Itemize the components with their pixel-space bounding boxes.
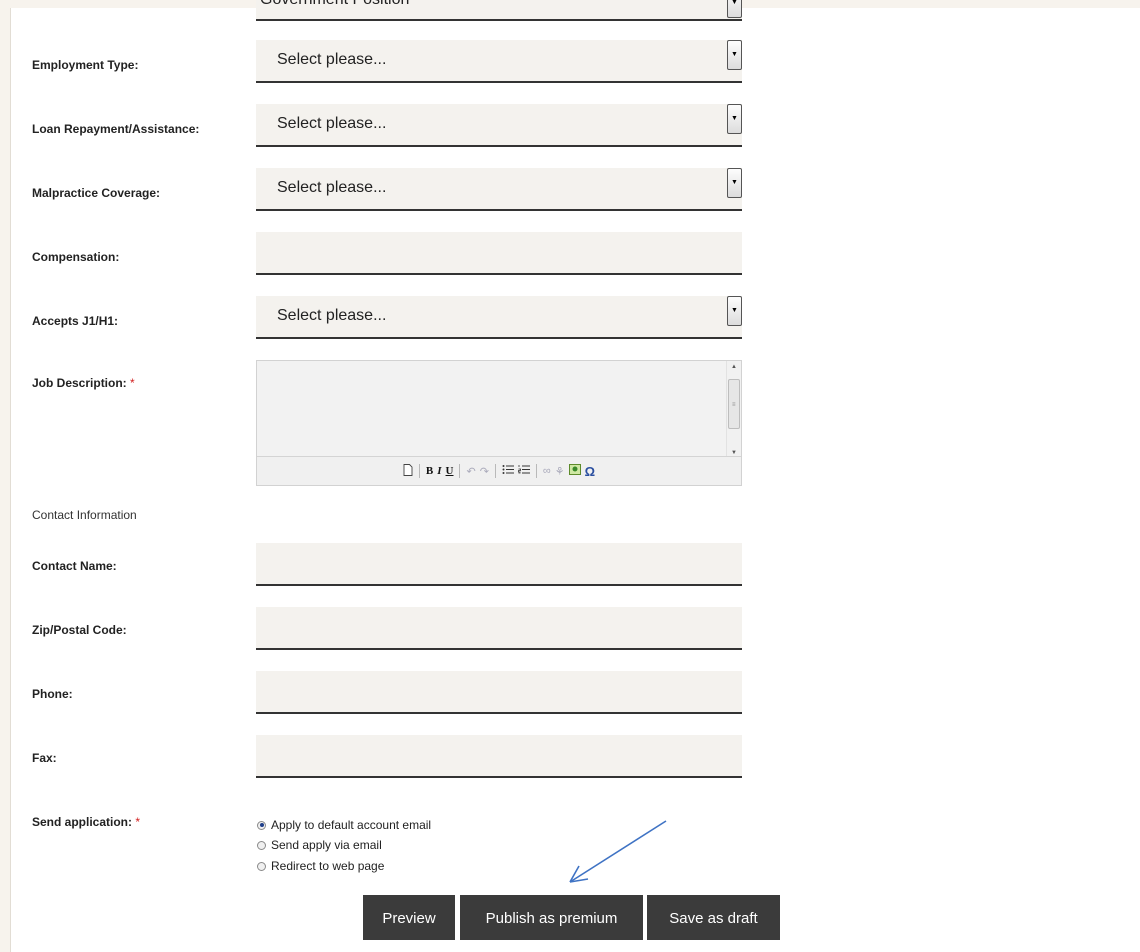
job-description-textarea[interactable] (257, 361, 741, 458)
accepts-j1h1-select[interactable]: Select please... ▼ (256, 296, 742, 339)
bulleted-list-icon[interactable] (502, 464, 514, 478)
previous-select-value: Government Position (260, 0, 409, 9)
redo-icon[interactable]: ↷ (480, 465, 489, 478)
malpractice-coverage-select[interactable]: Select please... ▼ (256, 168, 742, 211)
scroll-up-icon[interactable]: ▲ (727, 364, 741, 370)
numbered-list-icon[interactable] (518, 464, 530, 478)
grip-icon: ≡ (732, 402, 736, 408)
radio-send-via-email[interactable]: Send apply via email (257, 838, 382, 852)
toolbar-divider (535, 464, 537, 478)
loan-repayment-label: Loan Repayment/Assistance: (32, 122, 200, 136)
new-page-icon[interactable] (403, 463, 413, 479)
radio-button[interactable] (257, 840, 266, 850)
italic-icon[interactable]: I (437, 465, 441, 477)
chevron-down-icon[interactable]: ▼ (727, 0, 742, 18)
phone-label: Phone: (32, 687, 73, 701)
scrollbar-thumb[interactable]: ≡ (728, 379, 740, 429)
zip-code-input[interactable] (256, 607, 742, 650)
zip-code-label: Zip/Postal Code: (32, 623, 127, 637)
previous-select[interactable]: Government Position ▼ (256, 0, 742, 21)
contact-name-label: Contact Name: (32, 559, 117, 573)
contact-information-heading: Contact Information (32, 508, 137, 522)
preview-button[interactable]: Preview (363, 895, 455, 940)
malpractice-coverage-label: Malpractice Coverage: (32, 186, 161, 200)
chevron-down-icon[interactable]: ▼ (727, 168, 742, 198)
radio-button-selected[interactable] (257, 820, 266, 830)
job-description-label-text: Job Description: (32, 376, 127, 390)
loan-repayment-value: Select please... (277, 115, 387, 132)
compensation-input[interactable] (256, 232, 742, 275)
link-icon[interactable]: ∞ (543, 465, 551, 477)
required-mark: * (130, 376, 135, 390)
radio-redirect-web-label: Redirect to web page (271, 859, 385, 873)
radio-send-via-email-label: Send apply via email (271, 838, 382, 852)
fax-input[interactable] (256, 735, 742, 778)
job-description-editor: ▲ ≡ ▼ B I U ↶ ↷ ∞ ⚘ Ω (256, 360, 742, 486)
toolbar-divider (418, 464, 420, 478)
job-description-label: Job Description: * (32, 376, 135, 390)
chevron-down-icon[interactable]: ▼ (727, 104, 742, 134)
malpractice-coverage-value: Select please... (277, 179, 387, 196)
chevron-down-icon[interactable]: ▼ (727, 40, 742, 70)
publish-premium-button[interactable]: Publish as premium (460, 895, 643, 940)
bold-icon[interactable]: B (426, 465, 433, 477)
send-application-label-text: Send application: (32, 815, 133, 829)
radio-redirect-web[interactable]: Redirect to web page (257, 859, 384, 873)
toolbar-divider (494, 464, 496, 478)
send-application-label: Send application: * (32, 815, 140, 829)
annotation-arrow-icon (569, 820, 667, 883)
loan-repayment-select[interactable]: Select please... ▼ (256, 104, 742, 147)
save-draft-button[interactable]: Save as draft (647, 895, 780, 940)
compensation-label: Compensation: (32, 250, 120, 264)
special-char-icon[interactable]: Ω (585, 464, 595, 479)
chevron-down-icon[interactable]: ▼ (727, 296, 742, 326)
undo-icon[interactable]: ↶ (466, 465, 475, 478)
image-icon[interactable] (568, 464, 581, 478)
editor-scrollbar[interactable]: ▲ ≡ ▼ (726, 361, 741, 458)
radio-default-email[interactable]: Apply to default account email (257, 818, 431, 832)
underline-icon[interactable]: U (446, 465, 454, 477)
radio-default-email-label: Apply to default account email (271, 818, 432, 832)
employment-type-select[interactable]: Select please... ▼ (256, 40, 742, 83)
phone-input[interactable] (256, 671, 742, 714)
radio-button[interactable] (257, 861, 266, 871)
accepts-j1h1-label: Accepts J1/H1: (32, 314, 119, 328)
editor-toolbar: B I U ↶ ↷ ∞ ⚘ Ω (257, 456, 741, 485)
employment-type-value: Select please... (277, 51, 387, 68)
required-mark: * (135, 815, 141, 829)
unlink-icon[interactable]: ⚘ (555, 465, 565, 478)
accepts-j1h1-value: Select please... (277, 307, 387, 324)
employment-type-label: Employment Type: (32, 58, 139, 72)
toolbar-divider (459, 464, 461, 478)
contact-name-input[interactable] (256, 543, 742, 586)
fax-label: Fax: (32, 751, 57, 765)
